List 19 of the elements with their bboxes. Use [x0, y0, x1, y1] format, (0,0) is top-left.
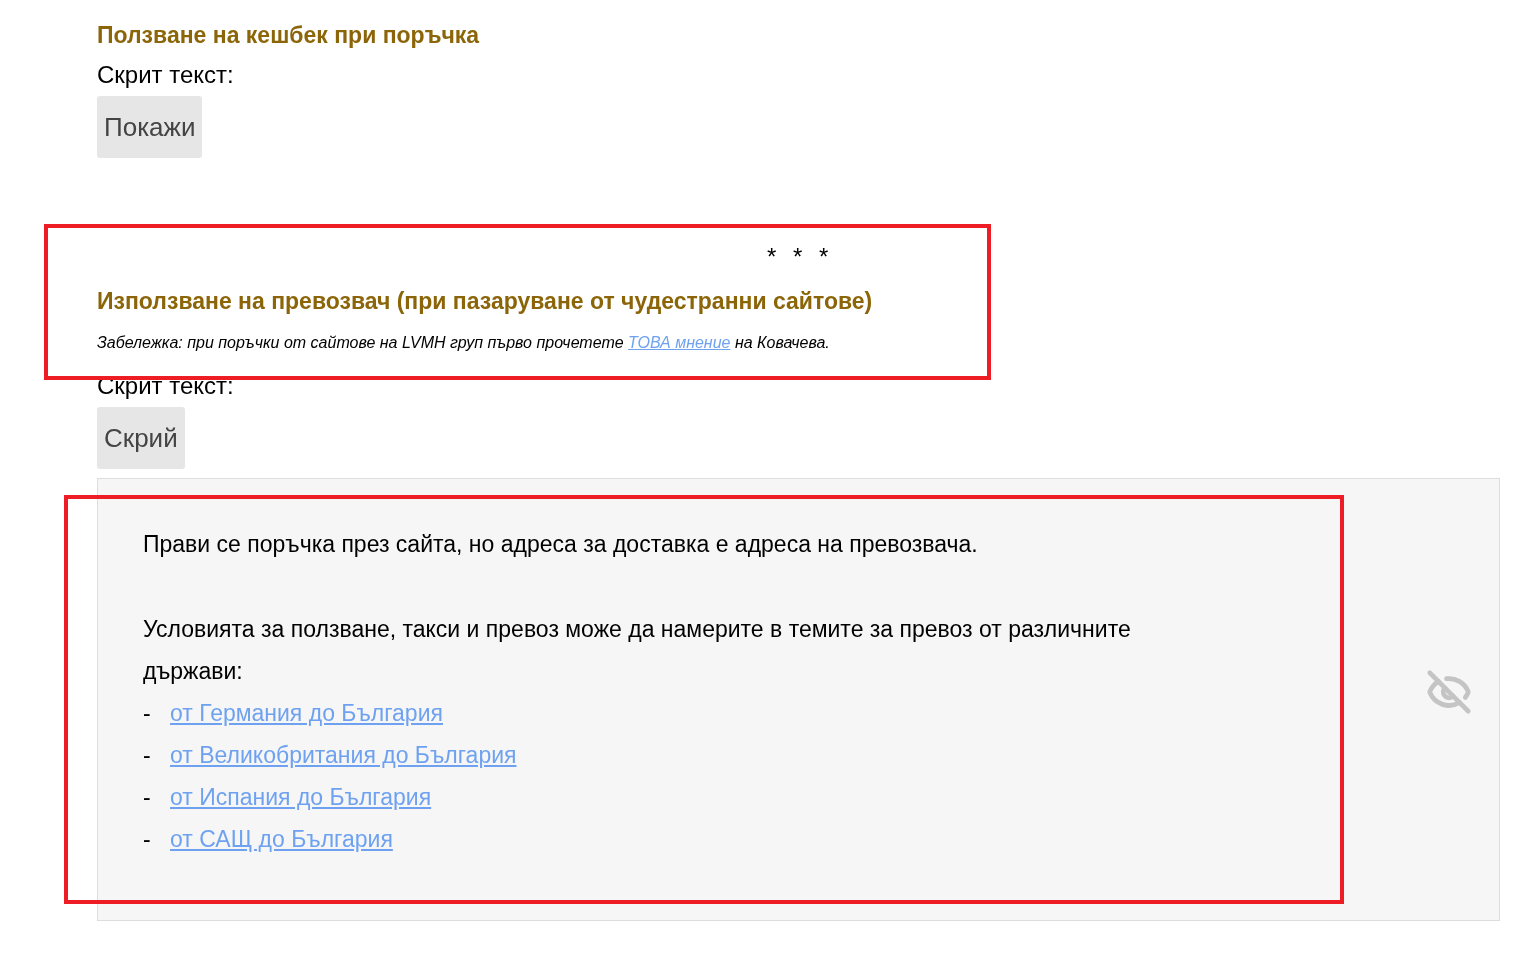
section-heading: Използване на превозвач (при пазаруване от чудестранни сайтове) [97, 287, 873, 316]
list-dash: - [143, 741, 152, 770]
note-link[interactable]: ТОВА мнение [628, 334, 731, 351]
list-dash: - [143, 699, 152, 728]
country-link[interactable]: от Германия до България [170, 692, 443, 734]
note-text: Забележка: при поръчки от сайтове на LVMH груп първо прочетете ТОВА мнение на Ковачева. [97, 333, 830, 353]
country-link[interactable]: от САЩ до България [170, 818, 393, 860]
panel-paragraph: Прави се поръчка през сайта, но адреса за доставка е адреса на превозвача. [143, 530, 979, 559]
spoiler-toggle-button[interactable]: Скрий [97, 407, 185, 469]
country-link[interactable]: от Испания до България [170, 776, 432, 818]
separator-stars: * * * [767, 244, 829, 270]
eye-off-icon[interactable] [1426, 668, 1472, 715]
section-heading: Ползване на кешбек при поръчка [97, 21, 480, 50]
spoiler-label: Скрит текст: [97, 60, 234, 90]
panel-paragraph: Условията за ползване, такси и превоз може да намерите в темите за превоз от различните държави: [143, 615, 1132, 686]
list-dash: - [143, 783, 152, 812]
list-dash: - [143, 825, 152, 854]
country-link[interactable]: от Великобритания до България [170, 734, 517, 776]
spoiler-toggle-button[interactable]: Покажи [97, 96, 203, 158]
